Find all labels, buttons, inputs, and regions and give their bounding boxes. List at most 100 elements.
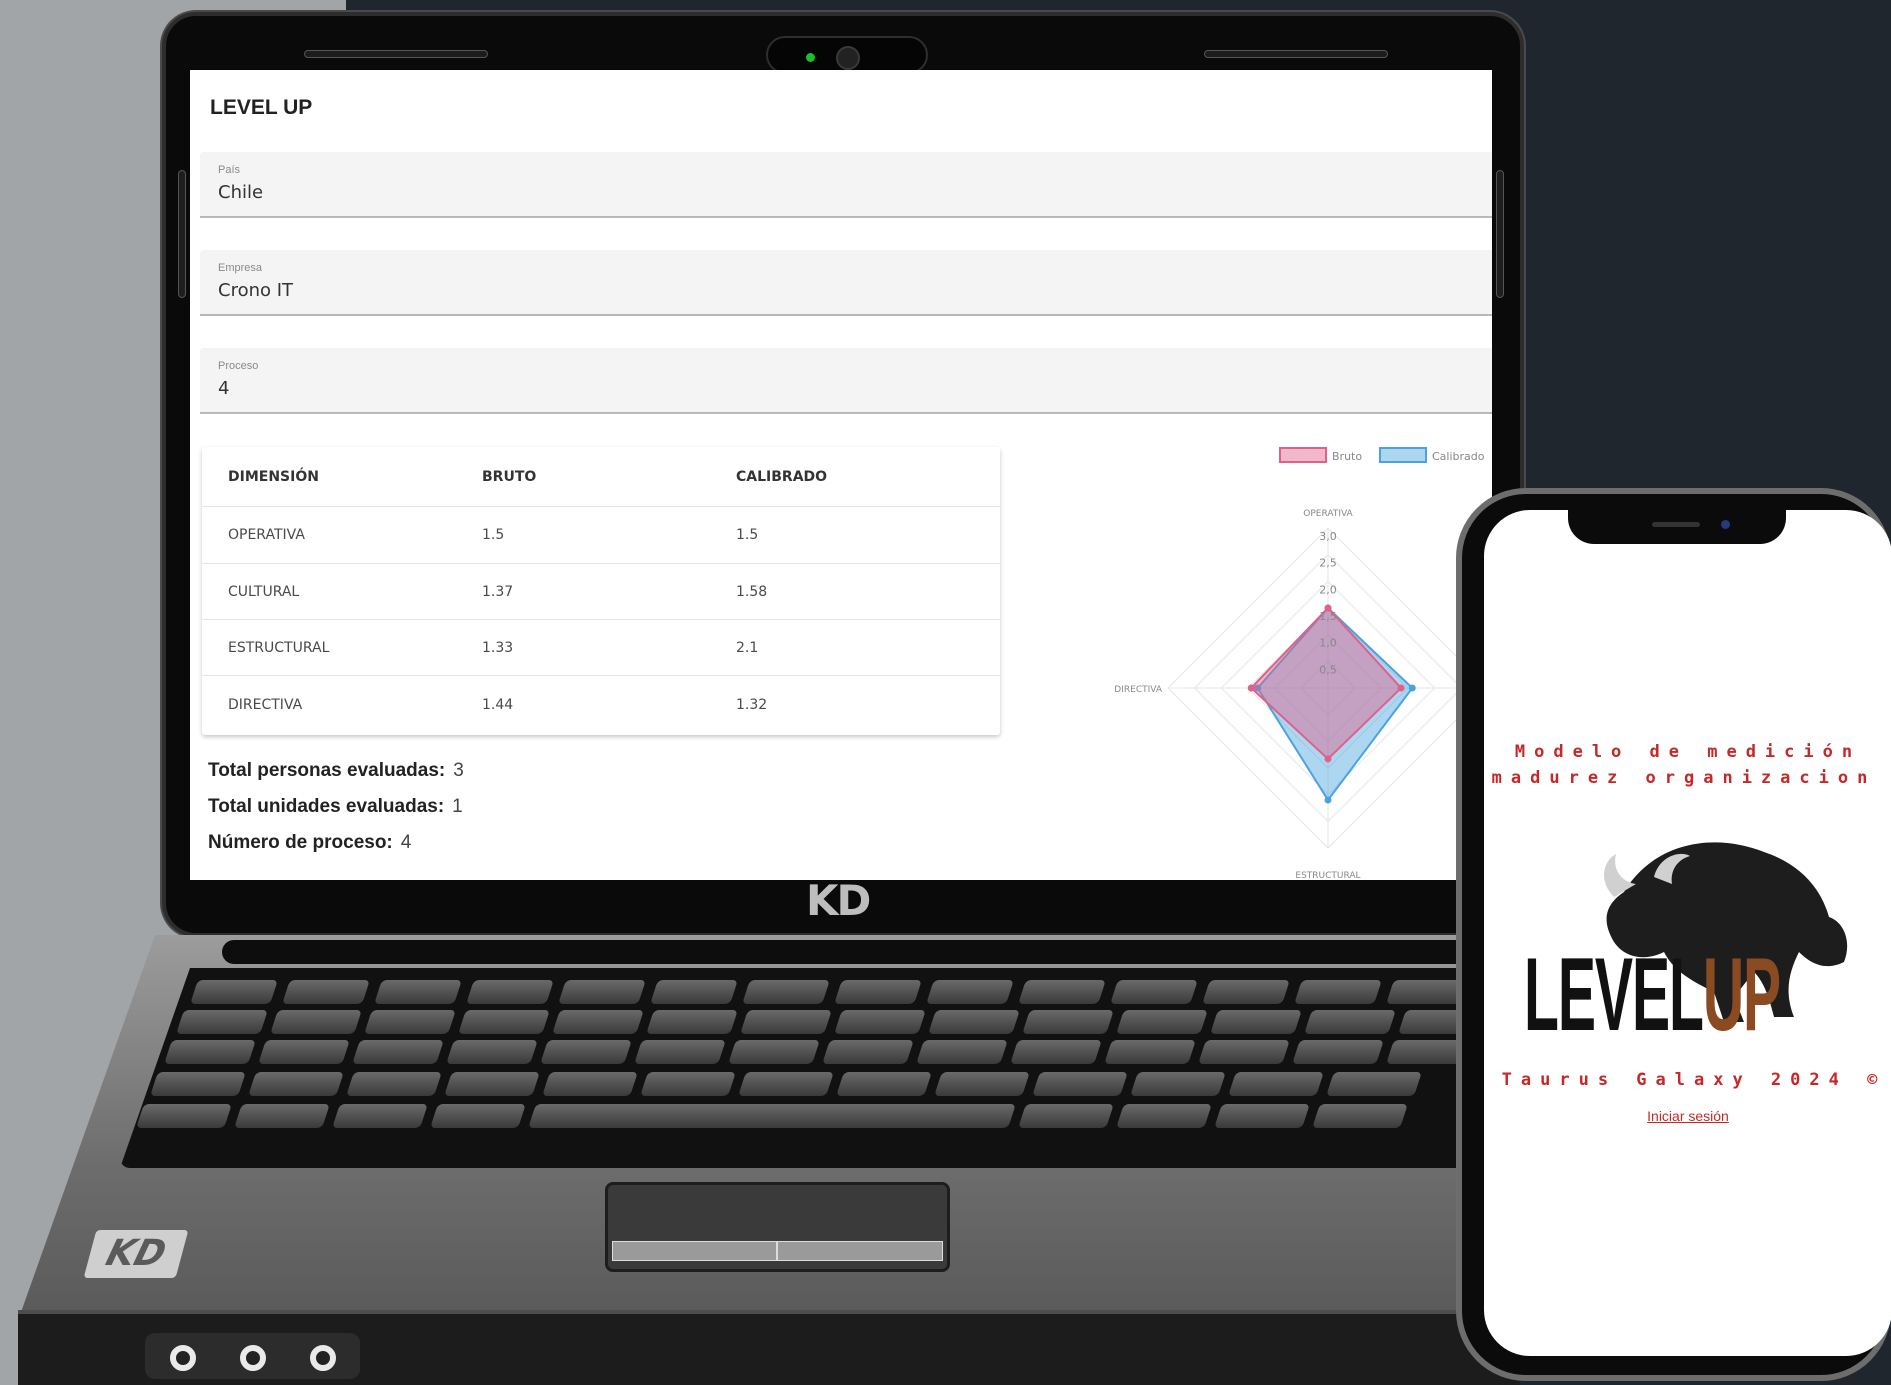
keyboard-key[interactable]: [176, 1010, 268, 1034]
keyboard-key[interactable]: [646, 1010, 738, 1034]
keyboard-key[interactable]: [1022, 1010, 1114, 1034]
keyboard-key[interactable]: [458, 1010, 550, 1034]
touchpad-right-button[interactable]: [777, 1241, 943, 1261]
keyboard-key[interactable]: [346, 1072, 442, 1096]
keyboard-key[interactable]: [190, 980, 278, 1004]
tick-label: 1,5: [1319, 610, 1337, 623]
keyboard-key[interactable]: [558, 980, 646, 1004]
keyboard-key[interactable]: [1010, 1040, 1102, 1064]
keyboard-key[interactable]: [1312, 1104, 1408, 1128]
logo-level: LEVEL: [1524, 937, 1704, 1053]
keyboard: [120, 968, 1520, 1168]
tick-label: 0,5: [1319, 663, 1337, 676]
table-header: DIMENSIÓN BRUTO CALIBRADO: [202, 447, 1000, 507]
keyboard-key[interactable]: [270, 1010, 362, 1034]
keyboard-key[interactable]: [640, 1072, 736, 1096]
keyboard-key[interactable]: [1198, 1040, 1290, 1064]
keyboard-key[interactable]: [1292, 1040, 1384, 1064]
keyboard-key[interactable]: [926, 980, 1014, 1004]
keyboard-key[interactable]: [834, 980, 922, 1004]
keyboard-key[interactable]: [934, 1072, 1030, 1096]
keyboard-key[interactable]: [466, 980, 554, 1004]
base-brand-logo: KD: [83, 1230, 189, 1278]
keyboard-key[interactable]: [540, 1040, 632, 1064]
row-calibrado: 2.1: [736, 639, 759, 656]
keyboard-key[interactable]: [164, 1040, 256, 1064]
front-camera-icon: [1721, 520, 1730, 529]
keyboard-key[interactable]: [650, 980, 738, 1004]
keyboard-key[interactable]: [542, 1072, 638, 1096]
keyboard-key[interactable]: [1116, 1104, 1212, 1128]
legend-label: Bruto: [1332, 450, 1362, 463]
data-point: [1324, 796, 1332, 804]
keyboard-key[interactable]: [332, 1104, 428, 1128]
speaker-grille-right: [1204, 50, 1388, 58]
keyboard-key[interactable]: [446, 1040, 538, 1064]
keyboard-key[interactable]: [1214, 1104, 1310, 1128]
keyboard-key[interactable]: [258, 1040, 350, 1064]
legend-swatch: [1279, 447, 1327, 463]
process-number: Número de proceso: 4: [208, 832, 411, 854]
keyboard-key[interactable]: [150, 1072, 246, 1096]
company-field[interactable]: Empresa Crono IT: [200, 250, 1492, 316]
table-row: OPERATIVA 1.5 1.5: [202, 507, 1000, 564]
keyboard-key[interactable]: [282, 980, 370, 1004]
keyboard-key[interactable]: [430, 1104, 526, 1128]
keyboard-key[interactable]: [920, 1104, 1016, 1128]
keyboard-key[interactable]: [1018, 1104, 1114, 1128]
series-bruto: [1249, 606, 1403, 761]
keyboard-key[interactable]: [742, 980, 830, 1004]
keyboard-key[interactable]: [728, 1040, 820, 1064]
keyboard-key[interactable]: [822, 1040, 914, 1064]
keyboard-key[interactable]: [1304, 1010, 1396, 1034]
keyboard-key[interactable]: [374, 980, 462, 1004]
speaker-grille-left: [304, 50, 488, 58]
keyboard-key[interactable]: [1130, 1072, 1226, 1096]
keyboard-key[interactable]: [1326, 1072, 1422, 1096]
table-row: ESTRUCTURAL 1.33 2.1: [202, 620, 1000, 676]
process-field-value: 4: [218, 378, 230, 399]
data-point: [1324, 755, 1332, 763]
tick-label: 1,0: [1319, 637, 1337, 650]
keyboard-key[interactable]: [1210, 1010, 1302, 1034]
total-unidades-value: 1: [452, 796, 463, 817]
phone-tagline-1: Modelo de medición: [1514, 742, 1862, 762]
keyboard-key[interactable]: [634, 1040, 726, 1064]
keyboard-key[interactable]: [1018, 980, 1106, 1004]
keyboard-key[interactable]: [740, 1010, 832, 1034]
total-personas-value: 3: [453, 760, 464, 781]
keyboard-key[interactable]: [834, 1010, 926, 1034]
legend-label: Calibrado: [1432, 450, 1485, 463]
keyboard-key[interactable]: [1104, 1040, 1196, 1064]
keyboard-key[interactable]: [1116, 1010, 1208, 1034]
total-unidades-label: Total unidades evaluadas:: [208, 796, 445, 817]
touchpad[interactable]: [605, 1182, 950, 1272]
table-row: CULTURAL 1.37 1.58: [202, 564, 1000, 620]
process-field-label: Proceso: [218, 360, 259, 372]
keyboard-key[interactable]: [1110, 980, 1198, 1004]
keyboard-key[interactable]: [444, 1072, 540, 1096]
keyboard-key[interactable]: [234, 1104, 330, 1128]
keyboard-key[interactable]: [364, 1010, 456, 1034]
keyboard-key[interactable]: [738, 1072, 834, 1096]
keyboard-key[interactable]: [928, 1010, 1020, 1034]
keyboard-key[interactable]: [836, 1072, 932, 1096]
keyboard-key[interactable]: [916, 1040, 1008, 1064]
axis-label: OPERATIVA: [1303, 509, 1353, 519]
keyboard-key[interactable]: [352, 1040, 444, 1064]
row-dimension: OPERATIVA: [228, 527, 305, 543]
table-row: DIRECTIVA 1.44 1.32: [202, 676, 1000, 733]
keyboard-key[interactable]: [1032, 1072, 1128, 1096]
phone-tagline-2: madurez organizacion: [1491, 768, 1877, 788]
login-link[interactable]: Iniciar sesión: [1484, 1108, 1891, 1124]
phone-screen: Modelo de medición madurez organizacion …: [1484, 510, 1891, 1356]
keyboard-key[interactable]: [1294, 980, 1382, 1004]
keyboard-key[interactable]: [552, 1010, 644, 1034]
keyboard-key[interactable]: [1202, 980, 1290, 1004]
touchpad-left-button[interactable]: [612, 1241, 777, 1261]
keyboard-key[interactable]: [136, 1104, 232, 1128]
keyboard-key[interactable]: [248, 1072, 344, 1096]
country-field[interactable]: País Chile: [200, 152, 1492, 218]
keyboard-key[interactable]: [1228, 1072, 1324, 1096]
process-field[interactable]: Proceso 4: [200, 348, 1492, 414]
